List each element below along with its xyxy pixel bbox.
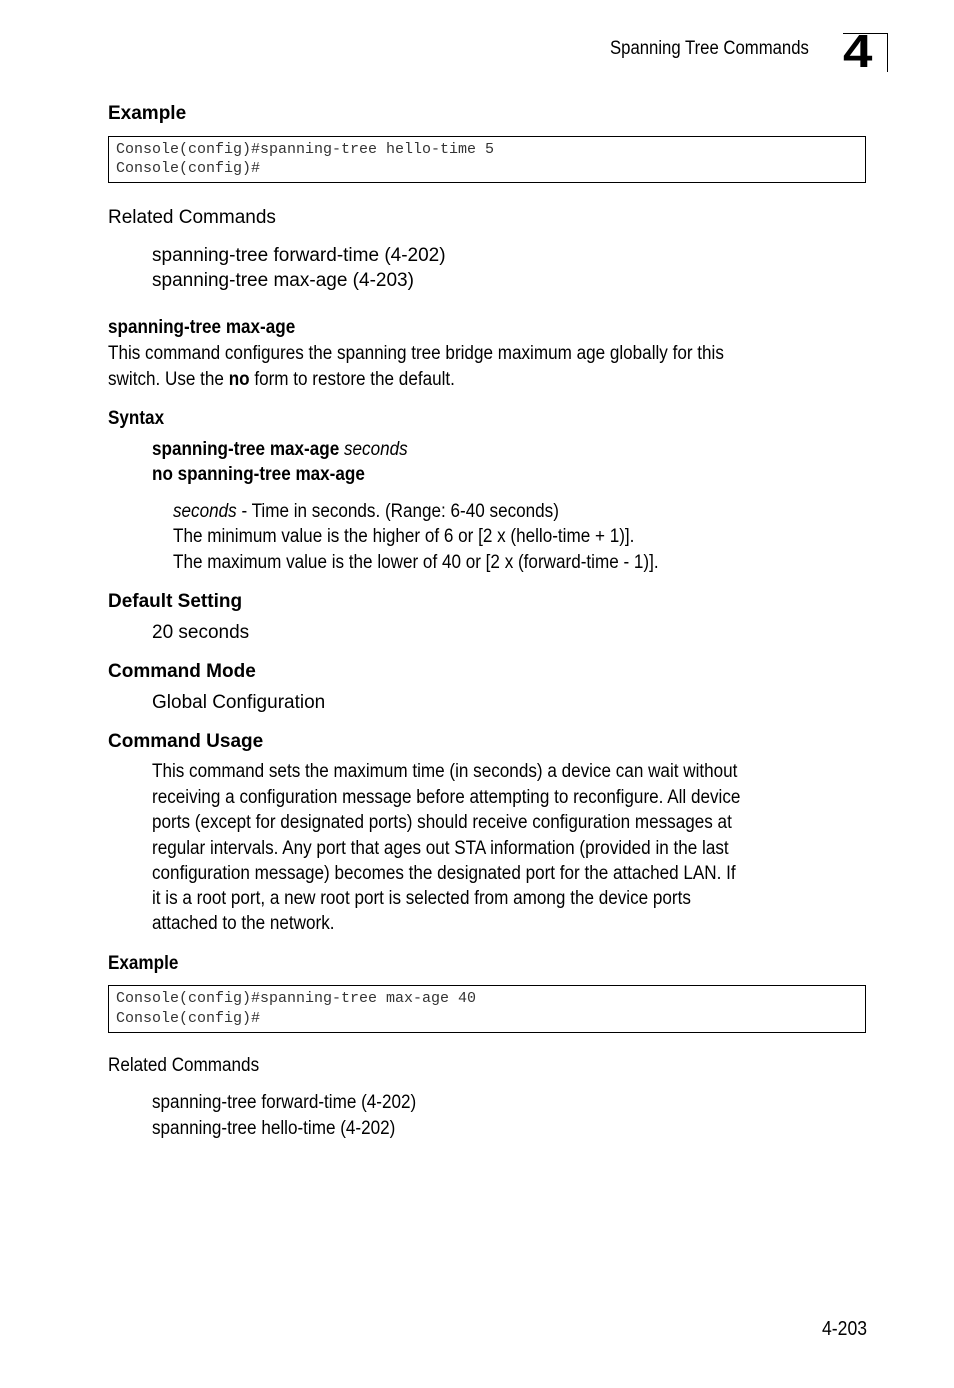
command-usage-line: configuration message) becomes the desig… — [152, 863, 736, 884]
related-commands-heading: Related Commands — [108, 207, 276, 228]
command-description-line: This command configures the spanning tre… — [108, 343, 724, 364]
param-description: seconds - Time in seconds. (Range: 6-40 … — [173, 499, 559, 525]
command-usage-heading: Command Usage — [108, 731, 264, 752]
syntax-command: spanning-tree max-age — [152, 439, 340, 460]
syntax-no-command: no spanning-tree max-age — [152, 464, 365, 485]
example-heading: Example — [108, 953, 179, 974]
description-text: form to restore the default. — [249, 369, 455, 390]
related-command-link[interactable]: spanning-tree forward-time (4-202) — [152, 243, 446, 269]
description-text: switch. Use the — [108, 369, 229, 390]
command-title: spanning-tree max-age — [108, 317, 296, 338]
code-line: Console(config)# — [116, 1010, 261, 1027]
related-commands-heading: Related Commands — [108, 1055, 260, 1076]
param-min-note: The minimum value is the higher of 6 or … — [173, 526, 635, 547]
param-name: seconds — [173, 501, 237, 522]
example-heading: Example — [108, 103, 187, 124]
related-command-link[interactable]: spanning-tree forward-time (4-202) — [152, 1090, 416, 1116]
page-number: 4-203 — [822, 1318, 868, 1340]
code-line: Console(config)#spanning-tree hello-time… — [116, 141, 495, 158]
command-description-line: switch. Use the no form to restore the d… — [108, 367, 455, 393]
default-setting-heading: Default Setting — [108, 591, 243, 612]
default-setting-value: 20 seconds — [152, 622, 250, 643]
chapter-number: 4 — [843, 25, 873, 77]
syntax-param: seconds — [343, 439, 408, 460]
syntax-heading: Syntax — [108, 408, 165, 429]
code-line: Console(config)#spanning-tree max-age 40 — [116, 990, 477, 1007]
command-usage-line: it is a root port, a new root port is se… — [152, 888, 691, 909]
chapter-tab: 4 — [843, 28, 888, 74]
code-example-box: Console(config)#spanning-tree hello-time… — [108, 136, 866, 183]
command-usage-line: regular intervals. Any port that ages ou… — [152, 838, 729, 859]
command-mode-value: Global Configuration — [152, 692, 326, 713]
code-example-box: Console(config)#spanning-tree max-age 40… — [108, 985, 866, 1033]
running-header: Spanning Tree Commands — [610, 38, 809, 59]
command-usage-line: attached to the network. — [152, 913, 335, 934]
command-mode-heading: Command Mode — [108, 661, 256, 682]
related-command-link[interactable]: spanning-tree max-age (4-203) — [152, 268, 414, 294]
code-line: Console(config)# — [116, 160, 261, 177]
param-desc-text: - Time in seconds. (Range: 6-40 seconds) — [236, 501, 559, 522]
syntax-line: spanning-tree max-age seconds — [152, 437, 408, 463]
related-command-link[interactable]: spanning-tree hello-time (4-202) — [152, 1116, 395, 1142]
syntax-line: no spanning-tree max-age — [152, 462, 365, 488]
no-keyword: no — [228, 369, 250, 390]
param-max-note: The maximum value is the lower of 40 or … — [173, 552, 659, 573]
command-usage-line: receiving a configuration message before… — [152, 787, 741, 808]
command-usage-line: This command sets the maximum time (in s… — [152, 761, 738, 782]
command-usage-line: ports (except for designated ports) shou… — [152, 812, 732, 833]
